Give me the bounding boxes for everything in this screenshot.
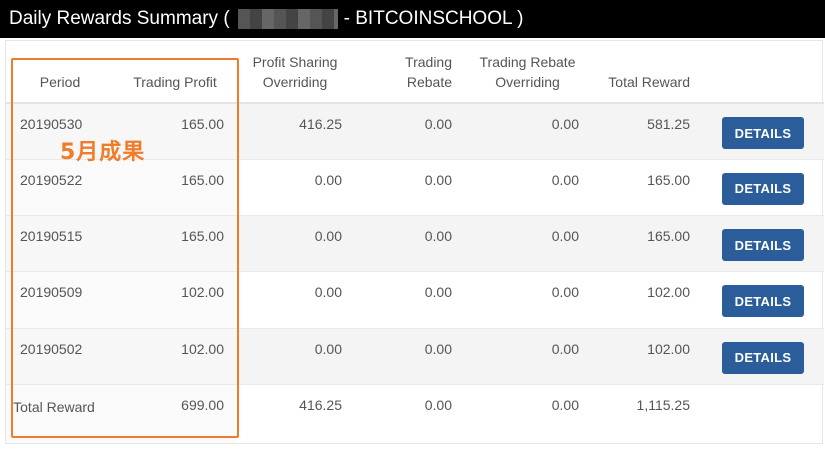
annotation-label: 5月成果 — [60, 140, 146, 165]
cell-trading-profit: 165.00 — [114, 159, 236, 217]
cell-profit-sharing: 416.25 — [236, 103, 354, 160]
table-row: 20190502 102.00 0.00 0.00 0.00 102.00 DE… — [6, 328, 824, 386]
table-total-row: Total Reward 699.00 416.25 0.00 0.00 1,1… — [6, 384, 824, 443]
column-header-total-reward: Total Reward — [591, 41, 702, 104]
cell-rebate-overriding: 0.00 — [464, 159, 591, 217]
details-button[interactable]: DETAILS — [722, 172, 804, 205]
cell-total-reward: 165.00 — [591, 159, 702, 217]
cell-action: DETAILS — [702, 103, 824, 160]
total-total-reward: 1,115.25 — [636, 397, 690, 414]
details-button[interactable]: DETAILS — [722, 229, 804, 262]
page-title: Daily Rewards Summary ( - BITCOINSCHOOL … — [0, 0, 825, 38]
cell-period: 20190515 — [6, 215, 114, 273]
cell-total-reward: 581.25 — [591, 103, 702, 160]
cell-period: 20190509 — [6, 271, 114, 329]
table-header-row: Period Trading Profit Profit Sharing Ove… — [6, 41, 824, 104]
cell-period: 20190522 — [6, 159, 114, 217]
total-profit-sharing: 416.25 — [299, 397, 342, 414]
rewards-table: Period Trading Profit Profit Sharing Ove… — [6, 41, 824, 443]
cell-rebate-overriding: 0.00 — [464, 271, 591, 329]
cell-trading-rebate: 0.00 — [354, 159, 464, 217]
cell-trading-profit: 165.00 — [114, 215, 236, 273]
total-rebate-overriding: 0.00 — [551, 397, 579, 414]
cell-rebate-overriding: 0.00 — [464, 103, 591, 160]
cell-trading-rebate: 0.00 — [354, 271, 464, 329]
column-header-actions — [702, 41, 824, 104]
cell-profit-sharing: 0.00 — [236, 159, 354, 217]
total-label: Total Reward — [6, 384, 114, 443]
cell-trading-profit: 102.00 — [114, 271, 236, 329]
cell-trading-rebate: 0.00 — [354, 103, 464, 160]
cell-total-reward: 165.00 — [591, 215, 702, 273]
table-row: 20190522 165.00 0.00 0.00 0.00 165.00 DE… — [6, 159, 824, 217]
cell-period: 20190502 — [6, 328, 114, 386]
cell-trading-rebate: 0.00 — [354, 328, 464, 386]
cell-action: DETAILS — [702, 159, 824, 217]
total-trading-rebate: 0.00 — [424, 397, 452, 414]
page-title-suffix: - BITCOINSCHOOL ) — [343, 8, 524, 29]
column-header-profit-sharing: Profit Sharing Overriding — [236, 41, 354, 104]
total-empty-cell — [702, 385, 824, 443]
cell-profit-sharing: 0.00 — [236, 215, 354, 273]
cell-rebate-overriding: 0.00 — [464, 215, 591, 273]
cell-action: DETAILS — [702, 328, 824, 386]
column-header-trading-rebate: Trading Rebate — [354, 41, 464, 104]
cell-total-reward: 102.00 — [591, 271, 702, 329]
redacted-username — [237, 9, 338, 29]
column-header-trading-profit: Trading Profit — [114, 41, 236, 104]
cell-total-reward: 102.00 — [591, 328, 702, 386]
page-title-prefix: Daily Rewards Summary ( — [9, 8, 230, 29]
cell-action: DETAILS — [702, 271, 824, 329]
cell-profit-sharing: 0.00 — [236, 271, 354, 329]
cell-trading-profit: 102.00 — [114, 328, 236, 386]
rewards-table-container: Period Trading Profit Profit Sharing Ove… — [5, 40, 824, 444]
details-button[interactable]: DETAILS — [722, 285, 804, 318]
column-header-period: Period — [6, 41, 114, 104]
details-button[interactable]: DETAILS — [722, 117, 804, 149]
cell-rebate-overriding: 0.00 — [464, 328, 591, 386]
cell-action: DETAILS — [702, 215, 824, 273]
cell-trading-rebate: 0.00 — [354, 215, 464, 273]
column-header-rebate-overriding: Trading Rebate Overriding — [464, 41, 591, 104]
cell-profit-sharing: 0.00 — [236, 328, 354, 386]
total-trading-profit: 699.00 — [114, 384, 236, 443]
details-button[interactable]: DETAILS — [722, 341, 804, 374]
table-row: 20190515 165.00 0.00 0.00 0.00 165.00 DE… — [6, 215, 824, 273]
table-row: 20190509 102.00 0.00 0.00 0.00 102.00 DE… — [6, 271, 824, 329]
